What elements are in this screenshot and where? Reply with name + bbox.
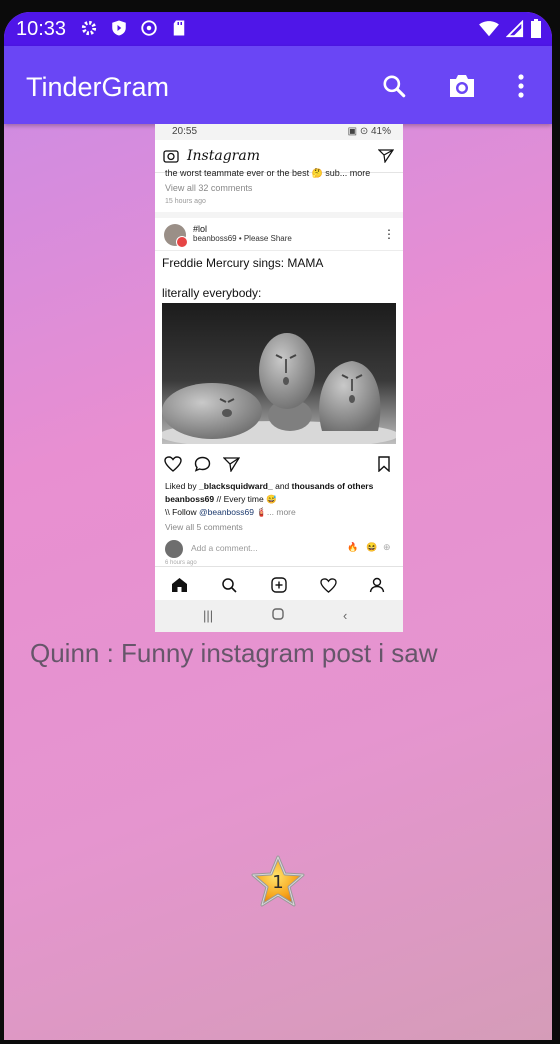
camera-icon xyxy=(163,150,179,163)
post-actions xyxy=(164,456,240,472)
home-icon xyxy=(169,575,189,595)
instagram-tab-bar xyxy=(155,566,403,601)
more-vert-icon xyxy=(518,74,524,98)
vpn-icon xyxy=(140,19,158,37)
follow-more: 🧯... more xyxy=(253,507,296,517)
activity-heart-icon xyxy=(318,575,338,595)
instagram-logo: Instagram xyxy=(187,148,260,164)
rocks-photo xyxy=(162,303,396,444)
liked-mid: and xyxy=(272,481,292,491)
avatar-badge xyxy=(176,236,188,248)
previous-view-comments: View all 32 comments xyxy=(165,183,253,193)
overflow-menu-button[interactable] xyxy=(503,68,539,104)
post-text-line-2: literally everybody: xyxy=(162,286,262,300)
app-bar: TinderGram xyxy=(4,46,552,124)
liked-by-line: Liked by _blacksquidward_ and thousands … xyxy=(165,481,373,491)
liked-prefix: Liked by xyxy=(165,481,200,491)
add-comment-placeholder: Add a comment... xyxy=(191,543,258,553)
play-protect-icon xyxy=(110,19,128,37)
battery-icon xyxy=(530,19,542,45)
comment-avatar xyxy=(165,540,183,558)
comment-icon[interactable] xyxy=(194,456,211,472)
caption-user: beanboss69 xyxy=(165,494,215,504)
profile-icon xyxy=(367,575,387,595)
previous-post-time: 15 hours ago xyxy=(165,198,206,205)
star-rating-value: 1 xyxy=(272,872,284,893)
caption-text: // Every time 😅 xyxy=(214,494,277,504)
search-icon xyxy=(219,575,239,595)
star-rating-button[interactable]: 1 xyxy=(250,854,306,910)
camera-icon xyxy=(450,75,474,97)
search-button[interactable] xyxy=(376,68,412,104)
post-separator xyxy=(155,212,403,218)
home-circle-icon xyxy=(272,608,284,623)
embedded-status-bar: 20:55 ▣ ⊙ 41% xyxy=(155,124,403,140)
bookmark-icon[interactable] xyxy=(377,456,391,472)
add-emoji-icon: ⊕ xyxy=(383,542,391,552)
app-title: TinderGram xyxy=(26,72,170,102)
post-text-line-1: Freddie Mercury sings: MAMA xyxy=(162,256,324,270)
device-screen: 10:33 TinderGram 20:55 ▣ ⊙ 41% Instagram… xyxy=(4,12,552,1040)
laugh-emoji: 😆 xyxy=(366,542,378,552)
follow-line: \\ Follow @beanboss69 🧯... more xyxy=(165,507,296,518)
back-icon: ‹ xyxy=(343,608,348,623)
heart-icon[interactable] xyxy=(164,456,182,472)
liked-rest: thousands of others xyxy=(291,481,374,491)
post-image[interactable]: 20:55 ▣ ⊙ 41% Instagram the worst teamma… xyxy=(155,124,403,632)
divider xyxy=(155,250,403,251)
settings-gear-icon xyxy=(80,19,98,37)
status-bar: 10:33 xyxy=(4,12,552,46)
previous-post-caption: the worst teammate ever or the best 🤔 su… xyxy=(165,168,371,178)
sd-card-icon xyxy=(170,19,188,37)
follow-handle: @beanboss69 xyxy=(199,507,254,517)
direct-message-icon xyxy=(378,149,394,163)
view-all-comments: View all 5 comments xyxy=(165,522,243,532)
fire-emoji: 🔥 xyxy=(347,542,359,552)
more-vert-icon: ⋮ xyxy=(383,227,395,241)
recents-icon: ||| xyxy=(203,608,214,623)
embedded-nav-bar: ||| ‹ xyxy=(155,600,403,632)
camera-button[interactable] xyxy=(444,68,480,104)
search-icon xyxy=(383,75,406,98)
follow-prefix: \\ Follow xyxy=(165,507,200,517)
post-subtitle: beanboss69 • Please Share xyxy=(193,234,292,243)
message-text: Quinn : Funny instagram post i saw xyxy=(30,638,438,668)
wifi-icon xyxy=(478,20,500,44)
embedded-status-right: ▣ ⊙ 41% xyxy=(347,126,391,137)
liked-user: _blacksquidward_ xyxy=(199,481,273,491)
embedded-status-time: 20:55 xyxy=(172,126,198,137)
add-post-icon xyxy=(269,575,289,595)
caption-line: beanboss69 // Every time 😅 xyxy=(165,494,277,505)
post-username: #lol xyxy=(193,224,208,234)
cell-signal-icon xyxy=(505,19,524,44)
share-icon[interactable] xyxy=(223,456,240,472)
status-time: 10:33 xyxy=(16,18,67,40)
